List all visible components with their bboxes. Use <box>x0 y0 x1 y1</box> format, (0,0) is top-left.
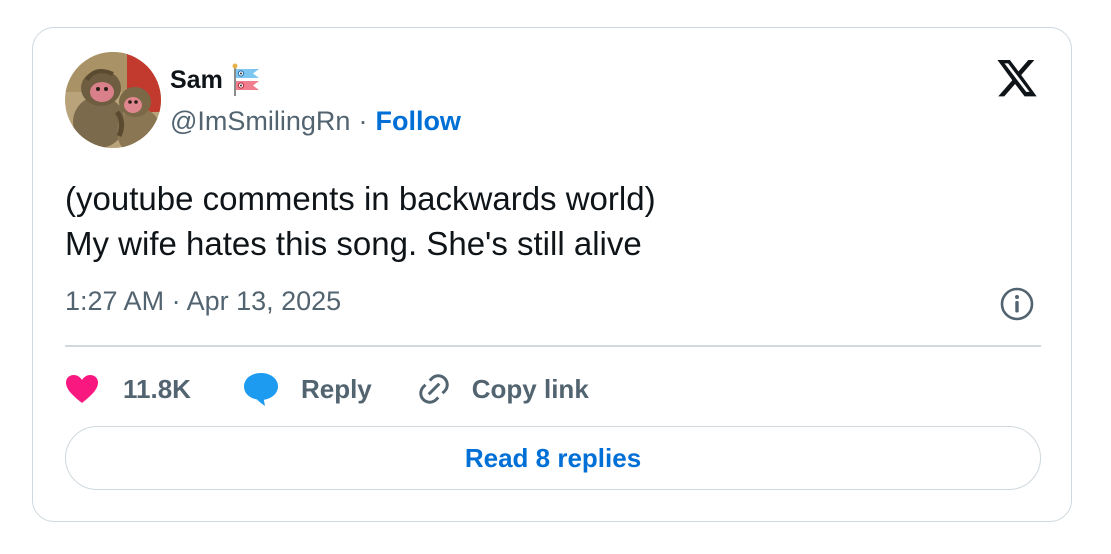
link-icon <box>419 374 449 404</box>
carp-streamer-emoji-icon <box>231 63 265 97</box>
copy-link-label: Copy link <box>471 373 589 404</box>
author-handle[interactable]: @ImSmilingRn <box>170 106 350 137</box>
follow-button[interactable]: Follow <box>375 106 460 137</box>
divider <box>65 345 1041 347</box>
tweet-timestamp[interactable]: 1:27 AM · Apr 13, 2025 <box>65 286 341 317</box>
author-handle-row: @ImSmilingRn · Follow <box>170 106 461 137</box>
info-icon[interactable] <box>999 286 1035 322</box>
handle-separator: · <box>358 106 368 136</box>
author-display-name[interactable]: Sam <box>170 66 223 95</box>
action-bar: 11.8K Reply Copy link <box>65 366 589 412</box>
x-logo-icon[interactable] <box>995 60 1039 100</box>
read-replies-button[interactable]: Read 8 replies <box>65 426 1041 490</box>
copy-link-button[interactable]: Copy link <box>416 371 589 407</box>
monkeys-painting-avatar-image <box>65 52 161 148</box>
tweet-text-line: My wife hates this song. She's still ali… <box>65 225 642 262</box>
like-count: 11.8K <box>123 373 191 404</box>
reply-label: Reply <box>300 373 372 404</box>
like-button[interactable]: 11.8K <box>65 374 191 405</box>
heart-icon <box>66 375 98 403</box>
reply-bubble-icon <box>243 373 278 406</box>
avatar[interactable] <box>65 52 161 148</box>
tweet-text: (youtube comments in backwards world) My… <box>65 176 1025 266</box>
tweet-card: Sam @ImSmilingRn · Follow (youtube comme… <box>32 27 1072 522</box>
author-name-row: Sam <box>170 62 265 98</box>
tweet-text-line: (youtube comments in backwards world) <box>65 180 656 217</box>
reply-button[interactable]: Reply <box>243 371 372 407</box>
